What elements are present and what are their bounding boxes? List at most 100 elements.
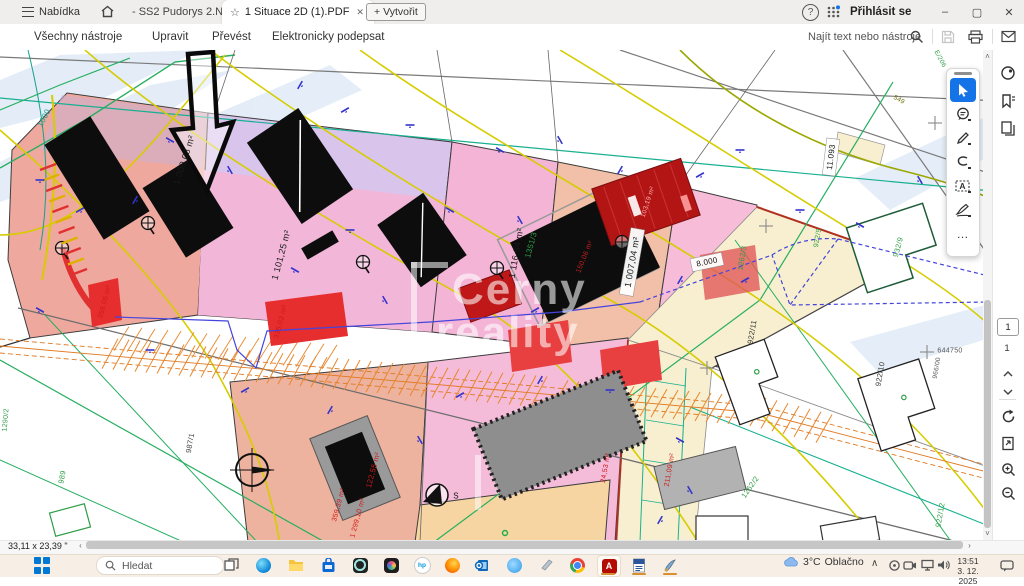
textbox-tool-button[interactable]: A — [950, 174, 976, 198]
hp-app-icon[interactable]: hp — [412, 556, 432, 574]
cursor-icon — [957, 83, 970, 97]
help-button[interactable]: ? — [802, 4, 819, 21]
comment-icon — [956, 107, 971, 121]
taskbar-search[interactable]: Hledat — [96, 556, 224, 575]
sign-in-button[interactable]: Přihlásit se — [850, 0, 911, 24]
document-app-icon[interactable] — [629, 556, 649, 574]
pdf-page-canvas[interactable]: Cerny reality 1 000,03 m²1 101,25 m²1 11… — [0, 50, 984, 540]
star-icon[interactable]: ☆ — [230, 6, 240, 19]
bookmarks-button[interactable] — [997, 90, 1019, 112]
page-total-label: 1 — [997, 343, 1017, 354]
draw-tool-button[interactable] — [950, 150, 976, 174]
scroll-left-arrow[interactable]: ‹ — [76, 541, 85, 550]
pages-icon — [1000, 120, 1016, 136]
rotate-page-button[interactable] — [997, 405, 1019, 427]
paint-app-icon[interactable] — [660, 556, 680, 574]
save-icon[interactable] — [941, 30, 955, 49]
zoom-out-button[interactable] — [997, 482, 1019, 504]
store-icon[interactable] — [318, 556, 338, 574]
app-icon-blue[interactable] — [504, 556, 524, 574]
hidden-icons-chevron[interactable]: ∧ — [871, 558, 878, 569]
horizontal-scroll-thumb[interactable] — [86, 541, 963, 549]
convert-button[interactable]: Převést — [212, 24, 251, 50]
edge-icon[interactable] — [253, 556, 273, 574]
find-text-button[interactable]: Najít text nebo nástroje — [808, 24, 921, 50]
page-number-input[interactable]: 1 — [997, 318, 1019, 336]
zoom-in-icon — [1001, 462, 1016, 477]
tab-situace-active[interactable]: ☆ 1 Situace 2D (1).PDF ✕ — [222, 0, 374, 24]
edit-button[interactable]: Upravit — [152, 24, 188, 50]
outline-house — [858, 359, 942, 451]
start-button[interactable] — [34, 557, 51, 574]
ai-assistant-button[interactable] — [997, 62, 1019, 84]
weather-temp: 3°C — [803, 556, 821, 568]
svg-text:E/206: E/206 — [933, 50, 948, 69]
palette-drag-handle[interactable] — [954, 72, 972, 75]
fit-page-icon — [1001, 436, 1016, 451]
create-button[interactable]: + Vytvořit — [366, 3, 426, 21]
weather-widget[interactable]: 3°C Oblačno — [783, 556, 864, 568]
close-button[interactable]: ✕ — [994, 0, 1024, 24]
tools-all-button[interactable]: Všechny nástroje — [34, 24, 122, 50]
toolbar-divider — [932, 29, 933, 44]
notification-dot — [836, 5, 840, 9]
quick-tools-palette: A … — [946, 68, 980, 257]
notification-center-button[interactable] — [997, 556, 1017, 574]
chevron-down-icon — [1002, 388, 1014, 396]
svg-text:966/00: 966/00 — [932, 357, 943, 380]
photos-app-icon[interactable] — [381, 556, 401, 574]
scroll-down-arrow[interactable]: ˅ — [983, 529, 992, 538]
clock-date: 3. 12. 2025 — [948, 567, 988, 586]
acrobat-icon: A — [602, 559, 617, 574]
hp-logo-text: hp — [414, 557, 431, 574]
home-icon — [100, 4, 115, 19]
map-label: 1290/2 — [2, 408, 11, 432]
scroll-up-arrow[interactable]: ˄ — [983, 52, 992, 61]
more-tools-button[interactable]: … — [950, 222, 976, 246]
chrome-icon[interactable] — [567, 556, 587, 574]
svg-text:922/12: 922/12 — [933, 502, 946, 528]
weather-cond: Oblačno — [825, 556, 864, 568]
file-explorer-icon[interactable] — [286, 556, 306, 574]
zoom-in-button[interactable] — [997, 458, 1019, 480]
map-label: 922/12 — [933, 502, 946, 528]
esign-button[interactable]: Elektronicky podepsat — [272, 24, 385, 50]
search-placeholder: Hledat — [122, 560, 152, 572]
cloud-icon — [783, 556, 799, 568]
menu-label: Nabídka — [39, 6, 80, 18]
assistant-icon — [1000, 65, 1016, 81]
clock-widget[interactable]: 13:51 3. 12. 2025 — [948, 557, 988, 586]
minimize-button[interactable]: – — [930, 0, 960, 24]
print-icon[interactable] — [968, 30, 983, 49]
site-plan-drawing: Cerny reality 1 000,03 m²1 101,25 m²1 11… — [0, 50, 984, 540]
outlook-icon[interactable] — [471, 556, 491, 574]
svg-text:S: S — [453, 492, 459, 501]
search-icon[interactable] — [910, 30, 924, 49]
svg-text:989: 989 — [56, 470, 67, 485]
menu-button[interactable]: Nabídka — [22, 0, 80, 24]
tab-pudorys[interactable]: - SS2 Pudorys 2.NP.pdf — [128, 0, 236, 24]
app-icon-gray[interactable] — [536, 556, 556, 574]
running-indicator — [632, 573, 646, 575]
camera-app-icon[interactable] — [350, 556, 370, 574]
tab-close-icon[interactable]: ✕ — [356, 7, 364, 18]
sign-tool-button[interactable] — [950, 198, 976, 222]
pencil-tool-button[interactable] — [950, 126, 976, 150]
mail-icon[interactable] — [1001, 30, 1016, 48]
page-thumbnails-button[interactable] — [997, 117, 1019, 139]
scroll-right-arrow[interactable]: › — [965, 541, 974, 550]
fit-page-button[interactable] — [997, 432, 1019, 454]
firefox-icon[interactable] — [442, 556, 462, 574]
search-icon — [105, 560, 116, 571]
home-button[interactable] — [100, 4, 115, 24]
acrobat-title-bar: Nabídka - SS2 Pudorys 2.NP.pdf ☆ 1 Situa… — [0, 0, 1024, 25]
textbox-icon: A — [955, 179, 971, 193]
watermark-line2: reality — [436, 308, 580, 357]
vertical-scroll-thumb[interactable] — [984, 300, 991, 528]
comment-tool-button[interactable] — [950, 102, 976, 126]
apps-grid-button[interactable] — [826, 4, 841, 24]
task-view-button[interactable] — [221, 556, 241, 574]
select-tool-button[interactable] — [950, 78, 976, 102]
restore-button[interactable]: ▢ — [962, 0, 992, 24]
running-indicator — [601, 573, 615, 575]
